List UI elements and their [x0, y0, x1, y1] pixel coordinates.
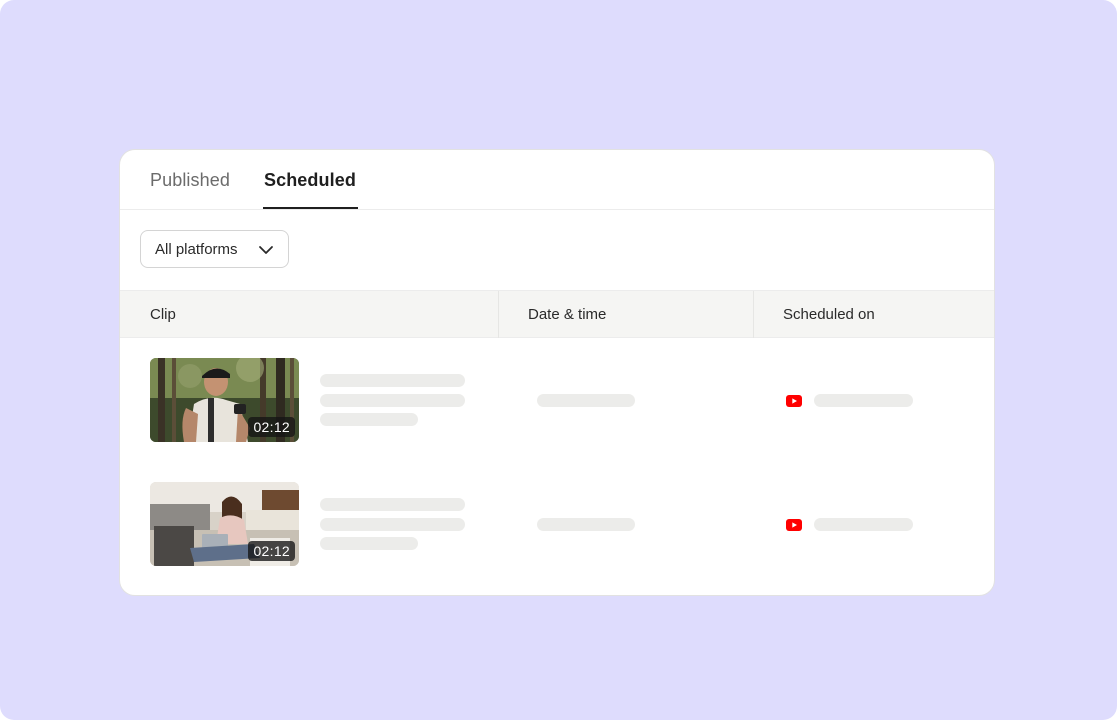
tab-scheduled[interactable]: Scheduled — [264, 170, 356, 191]
column-divider — [753, 291, 754, 338]
clip-title-placeholder — [320, 498, 465, 511]
column-header-date-time[interactable]: Date & time — [528, 306, 606, 323]
table-row[interactable]: 02:12 — [120, 338, 994, 462]
tab-bar: Published Scheduled — [120, 150, 994, 210]
platform-filter-dropdown[interactable]: All platforms — [140, 230, 289, 268]
clip-title-placeholder — [320, 394, 465, 407]
clip-meta-placeholder — [320, 413, 418, 426]
clip-meta-placeholder — [320, 537, 418, 550]
scheduled-clips-card: Published Scheduled All platforms Clip D… — [119, 149, 995, 596]
column-header-scheduled-on[interactable]: Scheduled on — [783, 306, 875, 323]
date-time-placeholder — [537, 394, 635, 407]
platform-name-placeholder — [814, 394, 913, 407]
clip-title-placeholder — [320, 518, 465, 531]
platform-name-placeholder — [814, 518, 913, 531]
column-divider — [498, 291, 499, 338]
date-time-placeholder — [537, 518, 635, 531]
youtube-icon — [786, 519, 802, 531]
column-header-clip[interactable]: Clip — [150, 306, 176, 323]
active-tab-indicator — [263, 207, 358, 209]
clip-thumbnail[interactable]: 02:12 — [150, 482, 299, 566]
clip-title-placeholder — [320, 374, 465, 387]
table-row[interactable]: 02:12 — [120, 462, 994, 586]
platform-filter-label: All platforms — [155, 241, 238, 258]
clip-duration: 02:12 — [248, 541, 295, 561]
clip-thumbnail[interactable]: 02:12 — [150, 358, 299, 442]
clip-duration: 02:12 — [248, 417, 295, 437]
tab-published[interactable]: Published — [150, 170, 230, 191]
youtube-icon — [786, 395, 802, 407]
page-background: Published Scheduled All platforms Clip D… — [0, 0, 1117, 720]
chevron-down-icon — [259, 246, 273, 254]
table-header: Clip Date & time Scheduled on — [120, 290, 994, 338]
